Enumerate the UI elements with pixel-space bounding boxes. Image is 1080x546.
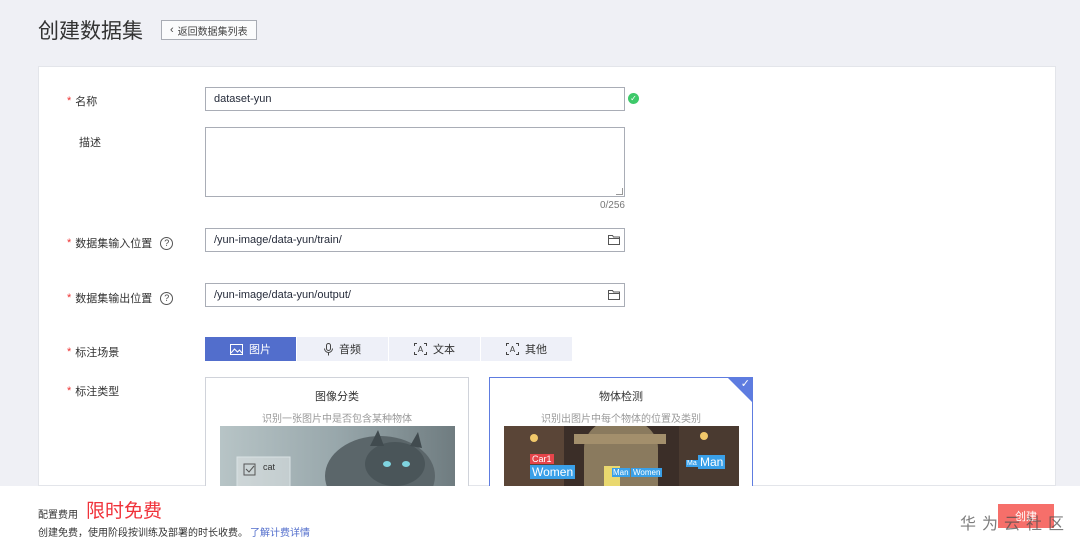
tab-image-label: 图片 <box>249 344 271 356</box>
type-title: 图像分类 <box>315 391 359 403</box>
other-icon: A <box>506 343 519 355</box>
man-tag: Man <box>698 455 726 469</box>
microphone-icon <box>324 342 333 355</box>
pricing-details-link[interactable]: 了解计费详情 <box>250 528 310 539</box>
output-path-value: /yun-image/data-yun/output/ <box>214 289 351 301</box>
text-icon: A <box>414 343 427 355</box>
women-tag: Women <box>530 465 576 479</box>
required-mark: * <box>67 385 72 397</box>
scene-label-text: 标注场景 <box>75 347 120 359</box>
man-tag: Ma <box>686 460 698 467</box>
input-path-label: * 数据集输入位置 ? <box>67 235 174 251</box>
required-mark: * <box>67 292 72 304</box>
name-label: * 名称 <box>67 93 97 109</box>
fee-value: 限时免费 <box>86 501 163 522</box>
required-mark: * <box>67 346 72 358</box>
watermark: 华为云社区 <box>960 516 1071 533</box>
input-path-label-text: 数据集输入位置 <box>75 238 153 250</box>
type-card-classification[interactable]: 图像分类 识别一张图片中是否包含某种物体 cat <box>205 377 469 487</box>
cat-thumbnail: cat <box>220 426 455 486</box>
input-path-value: /yun-image/data-yun/train/ <box>214 234 342 246</box>
tab-text-label: 文本 <box>433 344 455 356</box>
man-tag: Man <box>612 468 630 477</box>
fee-label: 配置费用 <box>38 510 78 521</box>
back-button-label: 返回数据集列表 <box>177 26 248 38</box>
checkmark-icon: ✓ <box>740 378 750 390</box>
description-counter: 0/256 <box>599 200 625 211</box>
type-desc: 识别出图片中每个物体的位置及类别 <box>541 414 701 425</box>
tab-audio[interactable]: 音频 <box>297 337 388 361</box>
scene-label: * 标注场景 <box>67 344 119 360</box>
required-mark: * <box>67 237 72 249</box>
label-type-label-text: 标注类型 <box>75 386 120 398</box>
image-icon <box>230 343 243 355</box>
input-path-field[interactable]: /yun-image/data-yun/train/ <box>205 228 625 252</box>
help-icon[interactable]: ? <box>160 236 174 250</box>
tab-image[interactable]: 图片 <box>205 337 296 361</box>
cat-tag: cat <box>263 462 276 472</box>
tab-audio-label: 音频 <box>339 344 361 356</box>
type-card-detection[interactable]: ✓ 物体检测 识别出图片中每个物体的位置及类别 Car1 Women Man W… <box>489 377 753 487</box>
required-mark: * <box>67 95 72 107</box>
type-desc: 识别一张图片中是否包含某种物体 <box>262 414 412 425</box>
output-path-field[interactable]: /yun-image/data-yun/output/ <box>205 283 625 307</box>
output-path-label: * 数据集输出位置 ? <box>67 290 174 306</box>
scene-tabs: 图片 音频 A 文本 A 其他 <box>205 337 573 361</box>
back-to-list-button[interactable]: ‹ 返回数据集列表 <box>161 20 257 40</box>
car-tag: Car1 <box>530 454 554 464</box>
tab-other-label: 其他 <box>525 344 547 356</box>
folder-icon[interactable] <box>608 234 620 245</box>
chevron-left-icon: ‹ <box>170 24 174 36</box>
name-label-text: 名称 <box>75 96 98 108</box>
svg-text:A: A <box>510 345 516 354</box>
women-tag: Women <box>631 468 663 477</box>
folder-icon[interactable] <box>608 289 620 300</box>
label-type-label: * 标注类型 <box>67 383 119 399</box>
page-title: 创建数据集 <box>38 20 143 43</box>
type-title: 物体检测 <box>599 391 643 403</box>
street-thumbnail: Car1 Women Man Women Ma Man <box>504 426 739 486</box>
svg-text:A: A <box>418 345 424 354</box>
help-icon[interactable]: ? <box>160 291 174 305</box>
fee-note: 创建免费，使用阶段按训练及部署的时长收费。 了解计费详情 <box>38 524 310 539</box>
resize-handle-icon[interactable] <box>616 188 623 195</box>
name-input[interactable]: dataset-yun <box>205 87 625 111</box>
description-label: 描述 <box>79 134 101 150</box>
description-textarea[interactable] <box>205 127 625 197</box>
check-circle-icon: ✓ <box>628 93 639 104</box>
description-label-text: 描述 <box>79 137 101 149</box>
fee-note-text: 创建免费，使用阶段按训练及部署的时长收费。 <box>38 528 248 539</box>
page-header: 创建数据集 ‹ 返回数据集列表 <box>38 14 257 46</box>
form-card: * 名称 dataset-yun ✓ 描述 0/256 * 数据集输入位置 ? … <box>38 66 1056 487</box>
name-input-value: dataset-yun <box>214 93 272 105</box>
tab-other[interactable]: A 其他 <box>481 337 572 361</box>
tab-text[interactable]: A 文本 <box>389 337 480 361</box>
footer-bar: 配置费用 限时免费 创建免费，使用阶段按训练及部署的时长收费。 了解计费详情 创建… <box>0 486 1080 546</box>
output-path-label-text: 数据集输出位置 <box>75 293 153 305</box>
